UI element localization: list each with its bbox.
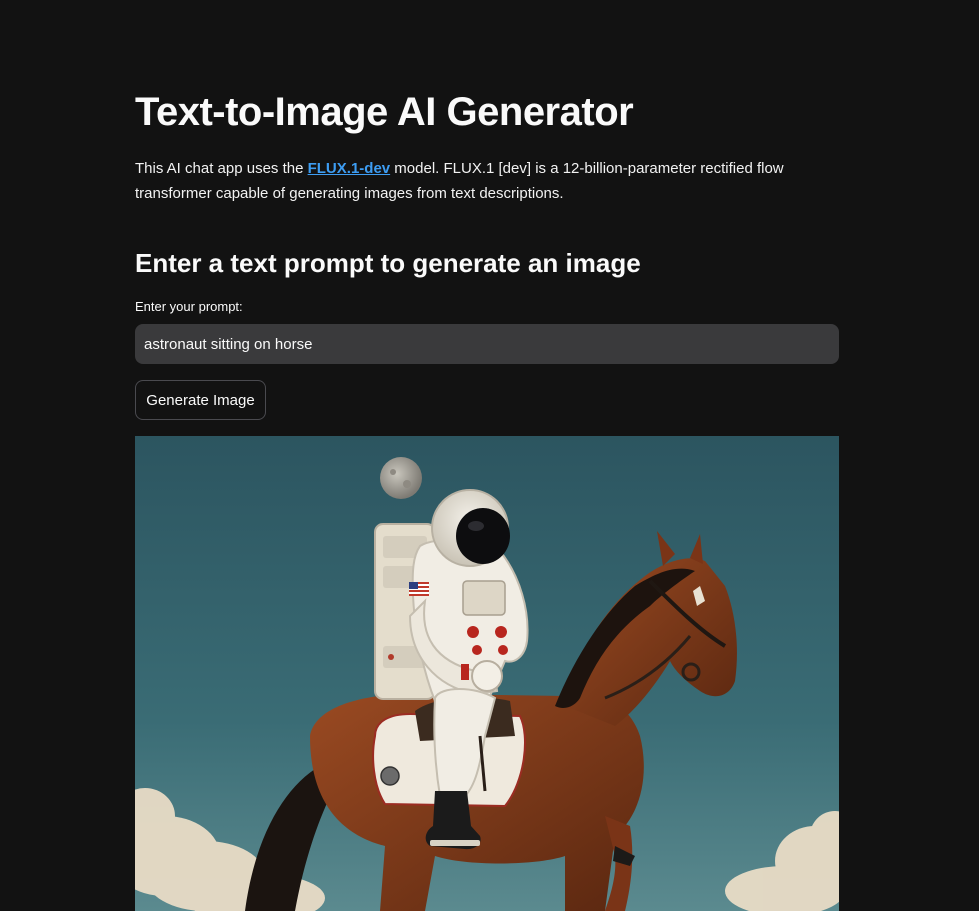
flux-model-link[interactable]: FLUX.1-dev [308, 160, 391, 177]
generated-image-astronaut-on-horse [135, 436, 839, 911]
prompt-input[interactable] [135, 324, 839, 364]
page-title: Text-to-Image AI Generator [135, 90, 634, 134]
intro-paragraph: This AI chat app uses the FLUX.1-dev mod… [135, 156, 839, 206]
intro-text-start: This AI chat app uses the [135, 160, 308, 177]
prompt-section-heading: Enter a text prompt to generate an image [135, 248, 641, 278]
prompt-label: Enter your prompt: [135, 299, 243, 314]
generate-image-button[interactable]: Generate Image [135, 380, 266, 420]
generated-image [135, 436, 839, 911]
